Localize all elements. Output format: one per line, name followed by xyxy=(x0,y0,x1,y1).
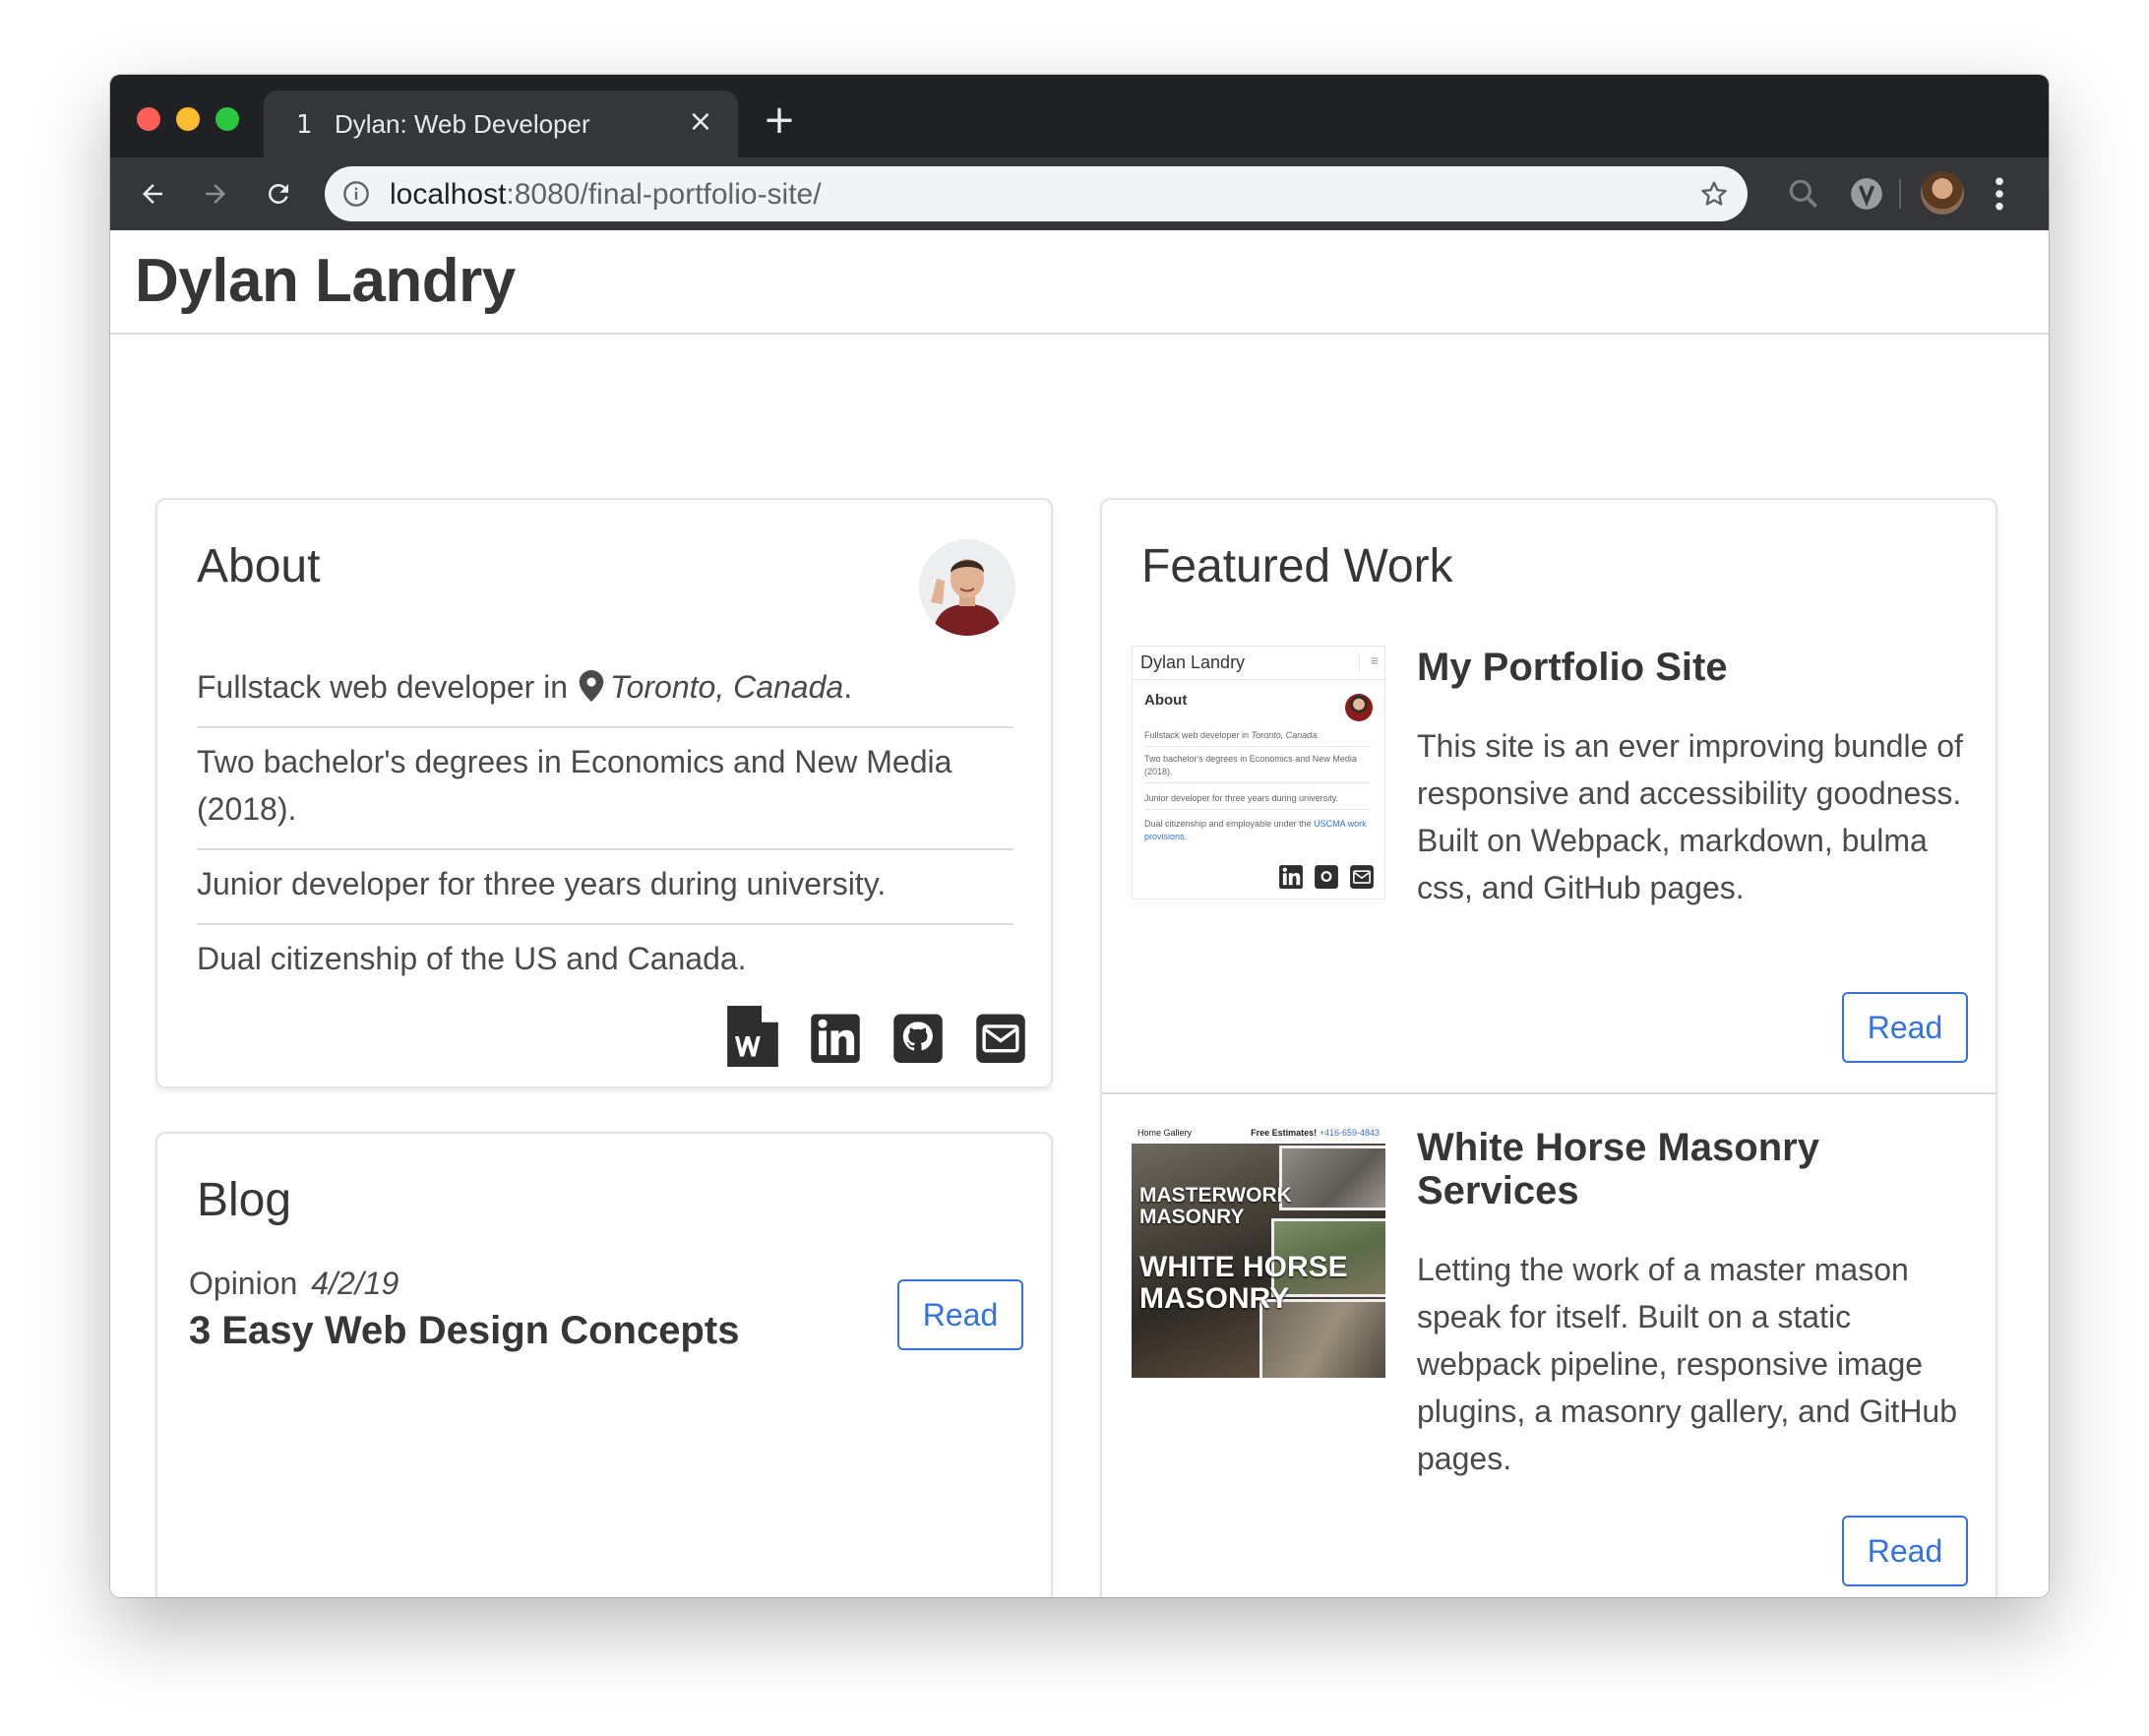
project-thumbnail-portfolio[interactable]: Dylan Landry ≡ About Fullstack web develo… xyxy=(1132,646,1385,899)
about-item-experience: Junior developer for three years during … xyxy=(197,850,1013,925)
tab-close-icon[interactable]: × xyxy=(683,104,718,140)
linkedin-icon xyxy=(1279,865,1303,889)
site-header: Dylan Landry xyxy=(110,230,2049,335)
thumb-avatar xyxy=(1345,694,1373,721)
about-location: Toronto, Canada xyxy=(609,669,844,705)
project-title-masonry[interactable]: White Horse Masonry Services xyxy=(1417,1126,1968,1212)
close-window-button[interactable] xyxy=(137,107,160,131)
profile-avatar[interactable] xyxy=(1921,171,1964,215)
thumb-line: Dual citizenship and employable under th… xyxy=(1144,818,1371,847)
thumb-nav-links: Home Gallery xyxy=(1137,1128,1193,1138)
about-item-citizenship: Dual citizenship of the US and Canada. xyxy=(197,941,747,976)
tab-index: 1 xyxy=(296,110,313,140)
thumb-about: About xyxy=(1144,692,1188,709)
social-links xyxy=(726,1006,1027,1067)
browser-toolbar: localhost:8080/final-portfolio-site/ xyxy=(110,157,2049,230)
linkedin-icon[interactable] xyxy=(809,1006,862,1067)
thumb-hero-line: MASTERWORK xyxy=(1139,1184,1292,1207)
thumb-hero-brand: WHITE HORSE MASONRY xyxy=(1139,1252,1348,1314)
project-read-button-portfolio[interactable]: Read xyxy=(1842,992,1968,1063)
thumb-line: Fullstack web developer in Toronto, Cana… xyxy=(1144,729,1371,747)
thumb-estimate: Free Estimates! +416-659-4843 xyxy=(1251,1128,1380,1138)
about-card: About Fullstack web developer in Toronto… xyxy=(155,498,1053,1088)
thumb-text: . xyxy=(1184,832,1188,841)
thumb-line: Two bachelor's degrees in Economics and … xyxy=(1144,753,1371,783)
featured-heading: Featured Work xyxy=(1141,540,1453,592)
thumb-gallery-photo xyxy=(1279,1146,1385,1210)
reload-icon xyxy=(269,184,288,204)
avatar xyxy=(919,539,1015,636)
tab-strip: 1 Dylan: Web Developer × + xyxy=(110,75,2049,157)
arrow-right-icon xyxy=(206,184,225,204)
thumb-menu-icon: ≡ xyxy=(1359,652,1379,672)
about-item-location: Fullstack web developer in Toronto, Cana… xyxy=(197,653,1013,728)
url-text[interactable]: localhost:8080/final-portfolio-site/ xyxy=(390,178,822,212)
about-item-degrees: Two bachelor's degrees in Economics and … xyxy=(197,728,1013,850)
thumb-text: Fullstack web developer in xyxy=(1144,730,1250,740)
page-content: Dylan Landry About Fullstack web develop… xyxy=(110,230,2049,1597)
project-title-portfolio[interactable]: My Portfolio Site xyxy=(1417,646,1968,689)
tab-active[interactable]: 1 Dylan: Web Developer × xyxy=(264,91,738,157)
thumb-line: Junior developer for three years during … xyxy=(1144,792,1371,810)
info-icon[interactable] xyxy=(342,180,370,208)
thumb-hero-line: WHITE HORSE xyxy=(1139,1251,1348,1283)
thumb-text: Toronto, Canada. xyxy=(1251,730,1320,740)
url-host: localhost xyxy=(390,178,507,211)
thumb-header-title: Dylan Landry xyxy=(1140,652,1246,672)
browser-window: 1 Dylan: Web Developer × + localhost:808… xyxy=(110,75,2049,1597)
arrow-left-icon xyxy=(143,184,162,204)
thumb-social-icons xyxy=(1278,863,1375,889)
featured-work-card: Featured Work Dylan Landry ≡ About Fullst… xyxy=(1100,498,1997,1597)
project-divider xyxy=(1102,1092,1996,1094)
back-button[interactable] xyxy=(128,169,177,218)
reload-button[interactable] xyxy=(254,169,303,218)
url-path: :8080/final-portfolio-site/ xyxy=(506,178,822,211)
menu-kebab-icon[interactable] xyxy=(1992,175,2007,213)
thumb-header: Dylan Landry ≡ xyxy=(1133,647,1384,680)
github-icon xyxy=(1315,865,1338,889)
email-icon xyxy=(1350,865,1374,889)
blog-heading: Blog xyxy=(197,1174,292,1226)
github-icon[interactable] xyxy=(891,1006,945,1067)
project-read-button-masonry[interactable]: Read xyxy=(1842,1516,1968,1586)
about-list: Fullstack web developer in Toronto, Cana… xyxy=(197,653,1013,998)
email-icon[interactable] xyxy=(974,1006,1027,1067)
thumb-nav: Home Gallery Free Estimates! +416-659-484… xyxy=(1132,1124,1385,1144)
blog-card: Blog Opinion 4/2/19 3 Easy Web Design Con… xyxy=(155,1132,1053,1597)
blog-post-date: 4/2/19 xyxy=(311,1266,399,1301)
bookmark-star-icon[interactable] xyxy=(1698,178,1730,210)
blog-post-title[interactable]: 3 Easy Web Design Concepts xyxy=(189,1309,739,1353)
address-bar[interactable]: localhost:8080/final-portfolio-site/ xyxy=(325,166,1748,221)
extension-icon[interactable] xyxy=(1848,175,1885,213)
about-heading: About xyxy=(197,540,321,592)
search-icon[interactable] xyxy=(1785,175,1822,213)
about-location-prefix: Fullstack web developer in xyxy=(197,669,569,705)
thumb-phone: +416-659-4843 xyxy=(1319,1128,1380,1138)
blog-post-category: Opinion xyxy=(189,1266,298,1301)
thumb-hero-line: MASONRY xyxy=(1139,1206,1245,1229)
map-pin-icon xyxy=(579,670,604,702)
forward-button[interactable] xyxy=(191,169,240,218)
blog-read-button[interactable]: Read xyxy=(897,1279,1023,1350)
thumb-hero-text: MASTERWORK MASONRY xyxy=(1139,1184,1292,1229)
about-location-suffix: . xyxy=(843,669,853,705)
project-description-portfolio: This site is an ever improving bundle of… xyxy=(1417,728,1963,905)
toolbar-separator xyxy=(1899,179,1901,209)
site-title[interactable]: Dylan Landry xyxy=(135,246,516,316)
tab-title: Dylan: Web Developer xyxy=(335,109,590,139)
resume-word-icon[interactable] xyxy=(726,1006,779,1067)
thumb-text: Dual citizenship and employable under th… xyxy=(1144,819,1312,829)
thumb-hero-line: MASONRY xyxy=(1139,1281,1290,1315)
blog-post-meta: Opinion 4/2/19 xyxy=(189,1266,399,1302)
project-thumbnail-masonry[interactable]: Home Gallery Free Estimates! +416-659-484… xyxy=(1132,1124,1385,1378)
avatar-photo xyxy=(919,539,1015,636)
minimize-window-button[interactable] xyxy=(176,107,200,131)
project-description-masonry: Letting the work of a master mason speak… xyxy=(1417,1252,1958,1476)
new-tab-button[interactable]: + xyxy=(760,100,799,140)
maximize-window-button[interactable] xyxy=(215,107,239,131)
thumb-estimate-label: Free Estimates! xyxy=(1251,1128,1318,1138)
